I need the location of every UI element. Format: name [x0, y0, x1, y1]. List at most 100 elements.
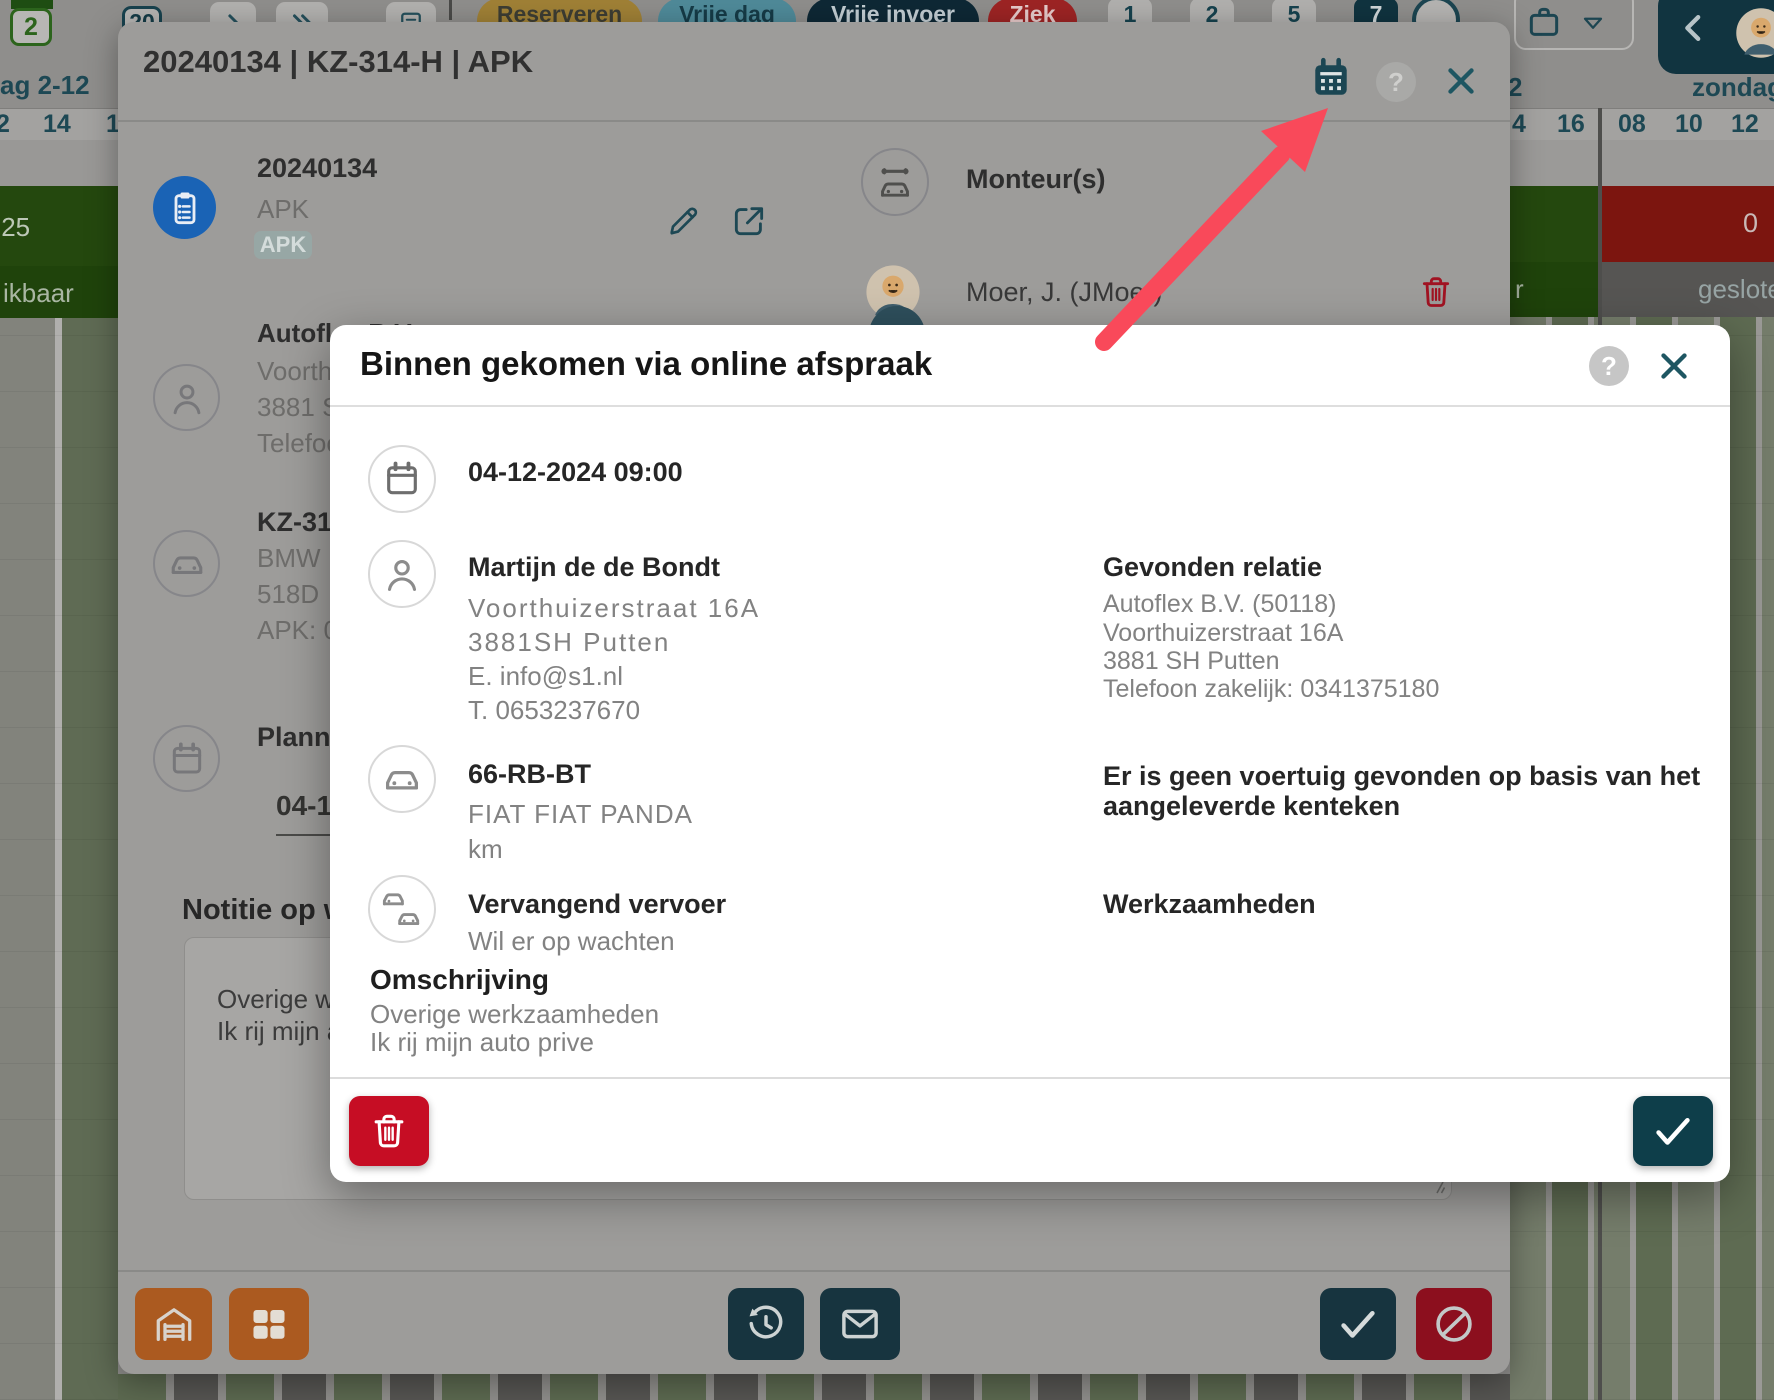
- vehicle-model: 518D: [257, 579, 319, 610]
- right-capacity-red[interactable]: 0: [1602, 186, 1774, 262]
- work-heading: Werkzaamheden: [1103, 889, 1316, 920]
- footer-divider: [330, 1077, 1730, 1079]
- work-order-help-button[interactable]: ?: [1376, 62, 1416, 102]
- toolbar-separator: [449, 0, 452, 20]
- toolbox-icon: [1524, 2, 1564, 42]
- hour-label: 2: [0, 110, 10, 139]
- check-icon: [1650, 1108, 1696, 1154]
- planning-icon: [153, 725, 220, 792]
- relation-name: Autoflex B.V. (50118): [1103, 590, 1336, 619]
- user-panel: [1658, 0, 1774, 74]
- hour-label: 14: [43, 110, 71, 139]
- appointment-vehicle-model: FIAT FIAT PANDA: [468, 799, 693, 830]
- trash-icon: [367, 1109, 411, 1153]
- hour-label: 10: [1675, 110, 1703, 139]
- garage-icon: [151, 1301, 197, 1347]
- day-count-badge[interactable]: 2: [10, 8, 52, 46]
- appointment-title: Binnen gekomen via online afspraak: [360, 345, 932, 383]
- contact-postal: 3881SH Putten: [468, 627, 670, 658]
- calendar-icon: [1308, 56, 1354, 102]
- description-line: Overige werkzaamheden: [370, 999, 659, 1030]
- right-day-label: zondag 8-12: [1692, 72, 1774, 103]
- confirm-work-order-button[interactable]: [1320, 1288, 1396, 1360]
- planning-grid-button[interactable]: [229, 1288, 309, 1360]
- relation-heading: Gevonden relatie: [1103, 552, 1322, 583]
- check-icon: [1335, 1301, 1381, 1347]
- delete-appointment-button[interactable]: [349, 1096, 429, 1166]
- hour-label: 12: [1731, 110, 1759, 139]
- closed-label: geslote: [1698, 274, 1774, 305]
- footer-divider: [118, 1270, 1510, 1272]
- customer-icon: [153, 364, 220, 431]
- transport-heading: Vervangend vervoer: [468, 889, 726, 920]
- appointment-vehicle-icon: [368, 745, 436, 813]
- transport-value: Wil er op wachten: [468, 926, 675, 957]
- description-line: Ik rij mijn auto prive: [370, 1027, 594, 1058]
- prohibition-icon: [1431, 1301, 1477, 1347]
- left-capacity-block[interactable]: .25: [0, 186, 118, 267]
- appointment-date-icon: [368, 445, 436, 513]
- garage-button[interactable]: [135, 1288, 212, 1360]
- appointment-datetime: 04-12-2024 09:00: [468, 457, 683, 488]
- availability-label: ikbaar: [3, 278, 74, 309]
- toolbox-caret-button[interactable]: [1578, 8, 1608, 38]
- screenshot-root: 2 20 Reserveren Vrije dag Vrije invoer Z…: [0, 0, 1774, 1400]
- history-icon: [743, 1301, 789, 1347]
- appointment-vehicle-plate: 66-RB-BT: [468, 759, 591, 790]
- confirm-appointment-button[interactable]: [1633, 1096, 1713, 1166]
- right-grid-row: [1510, 140, 1774, 187]
- left-day-label: ag 2-12: [0, 70, 90, 101]
- external-link-icon: [730, 202, 768, 240]
- vehicle-apk-date: APK: 0: [257, 615, 338, 646]
- mechanics-heading: Monteur(s): [966, 164, 1105, 195]
- toolbox-button[interactable]: [1524, 2, 1564, 42]
- replacement-transport-icon: [368, 875, 436, 943]
- work-order-title: 20240134 | KZ-314-H | APK: [143, 44, 533, 80]
- chevron-left-icon: [1674, 8, 1714, 48]
- pencil-icon: [664, 202, 702, 240]
- left-grid-row: [0, 140, 118, 187]
- contact-name: Martijn de de Bondt: [468, 552, 720, 583]
- work-order-close-button[interactable]: [1440, 60, 1482, 102]
- vehicle-icon: [153, 530, 220, 597]
- remove-mechanic-button[interactable]: [1416, 272, 1456, 312]
- day-count-label: 2: [24, 13, 38, 42]
- edit-order-button[interactable]: [664, 202, 702, 240]
- right-availability-green[interactable]: r: [1510, 262, 1599, 317]
- header-divider: [118, 120, 1510, 122]
- close-icon: [1440, 60, 1482, 102]
- mail-icon: [837, 1301, 883, 1347]
- relation-postal: 3881 SH Putten: [1103, 647, 1280, 676]
- right-closed-block: geslote: [1602, 262, 1774, 317]
- bottom-column-stripes: [118, 1374, 1510, 1400]
- relation-address: Voorthuizerstraat 16A: [1103, 619, 1343, 648]
- history-button[interactable]: [728, 1288, 804, 1360]
- open-order-button[interactable]: [730, 202, 768, 240]
- cancel-work-order-button[interactable]: [1416, 1288, 1492, 1360]
- email-button[interactable]: [820, 1288, 900, 1360]
- appointment-help-button[interactable]: ?: [1589, 346, 1629, 386]
- planning-calendar-button[interactable]: [1308, 56, 1354, 102]
- user-avatar[interactable]: [1734, 6, 1774, 60]
- trash-icon: [1416, 272, 1456, 312]
- appointment-vehicle-km: km: [468, 834, 503, 865]
- grid-icon: [246, 1301, 292, 1347]
- mechanic-section-icon: [861, 148, 929, 216]
- header-divider: [330, 405, 1730, 407]
- right-capacity-green[interactable]: [1510, 186, 1599, 262]
- appointment-close-button[interactable]: [1653, 345, 1695, 387]
- hour-label: 16: [1557, 110, 1585, 139]
- help-glyph: ?: [1601, 351, 1617, 382]
- help-glyph: ?: [1388, 67, 1404, 98]
- vehicle-brand: BMW: [257, 543, 321, 574]
- availability-fragment: r: [1515, 274, 1524, 305]
- right-day-prev-label: 2: [1508, 72, 1522, 103]
- order-type-icon: [153, 176, 216, 239]
- close-icon: [1653, 345, 1695, 387]
- hour-label: 4: [1512, 110, 1526, 139]
- contact-phone: T. 0653237670: [468, 695, 640, 726]
- capacity-value: .25: [0, 212, 30, 243]
- left-availability-block[interactable]: ikbaar: [0, 266, 118, 318]
- panel-back-button[interactable]: [1674, 8, 1714, 48]
- contact-address: Voorthuizerstraat 16A: [468, 593, 760, 624]
